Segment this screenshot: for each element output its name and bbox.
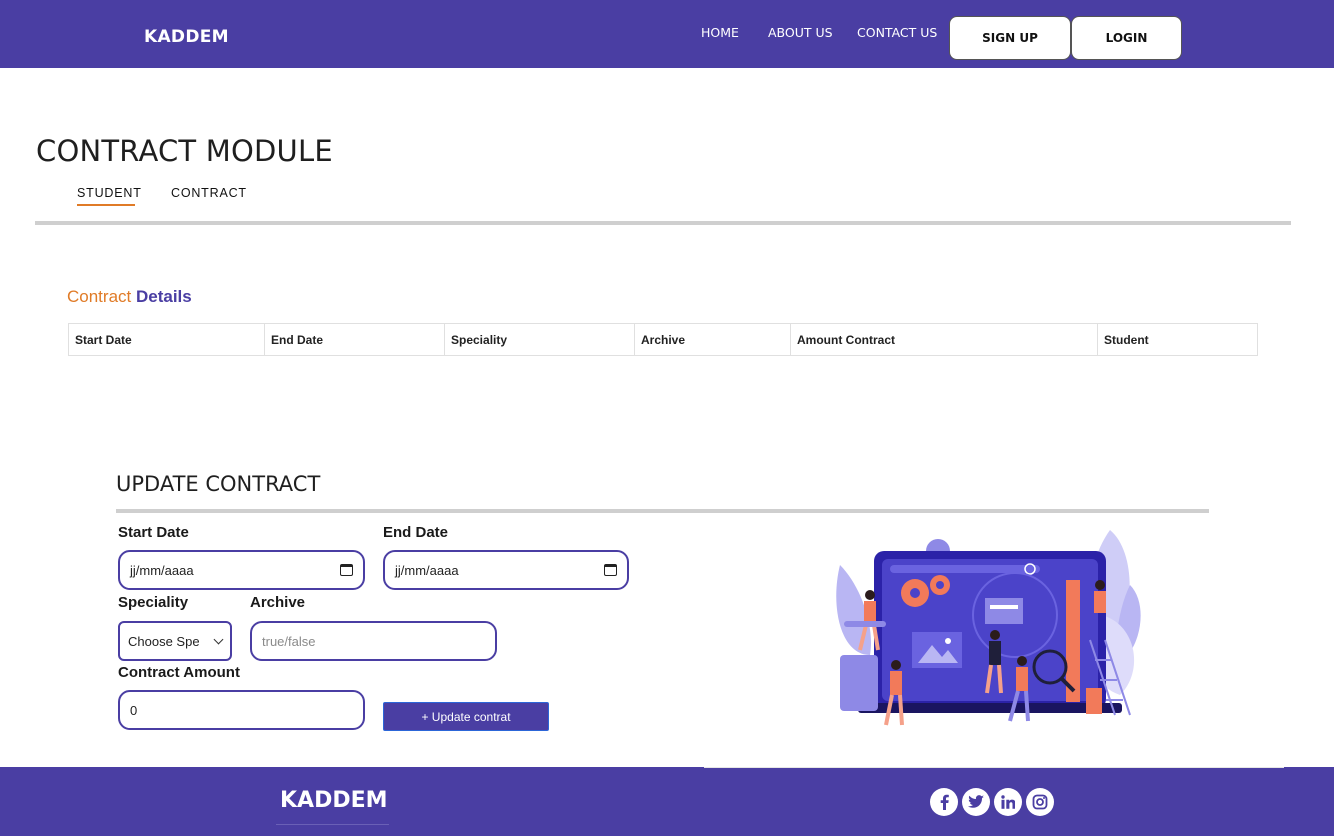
table-header-row: Start Date End Date Speciality Archive A… (68, 323, 1258, 356)
tabs-divider (35, 221, 1291, 225)
speciality-selected-value: Choose Spe (128, 633, 200, 649)
instagram-glyph (1032, 794, 1048, 810)
linkedin-icon[interactable] (994, 788, 1022, 816)
facebook-icon[interactable] (930, 788, 958, 816)
column-header-archive: Archive (634, 323, 791, 356)
team-building-website-illustration (836, 530, 1141, 726)
start-date-label: Start Date (118, 524, 189, 541)
active-tab-indicator (77, 204, 135, 206)
end-date-input[interactable]: jj/mm/aaaa (383, 550, 629, 590)
sign-up-button[interactable]: SIGN UP (949, 16, 1071, 60)
archive-placeholder: true/false (262, 633, 316, 649)
archive-label: Archive (250, 594, 306, 611)
footer (0, 767, 1334, 836)
linkedin-glyph (1001, 795, 1015, 809)
twitter-glyph (968, 795, 984, 808)
footer-brand[interactable]: KADDEM (280, 788, 388, 813)
nav-about-link[interactable]: ABOUT US (768, 25, 833, 40)
chevron-down-icon (213, 634, 224, 644)
speciality-label: Speciality (118, 594, 189, 611)
column-header-start-date: Start Date (68, 323, 265, 356)
contract-details-table: Start Date End Date Speciality Archive A… (68, 323, 1258, 356)
login-button[interactable]: LOGIN (1071, 16, 1182, 60)
update-contract-button[interactable]: + Update contrat (383, 702, 549, 731)
column-header-amount-contract: Amount Contract (790, 323, 1098, 356)
calendar-icon[interactable] (604, 564, 617, 576)
nav-contact-link[interactable]: CONTACT US (857, 25, 937, 40)
contract-amount-label: Contract Amount (118, 664, 240, 681)
speciality-select[interactable]: Choose Spe (118, 621, 232, 661)
update-contract-title: UPDATE CONTRACT (116, 472, 321, 496)
start-date-value: jj/mm/aaaa (130, 562, 194, 578)
heading-word-contract: Contract (67, 287, 132, 306)
column-header-student: Student (1097, 323, 1258, 356)
archive-input[interactable]: true/false (250, 621, 497, 661)
twitter-icon[interactable] (962, 788, 990, 816)
footer-brand-underline (276, 824, 389, 825)
contract-details-heading: Contract Details (67, 287, 192, 307)
facebook-glyph (940, 794, 949, 810)
brand-logo[interactable]: KADDEM (144, 27, 229, 47)
end-date-label: End Date (383, 524, 449, 541)
page-title: CONTRACT MODULE (36, 134, 333, 168)
instagram-icon[interactable] (1026, 788, 1054, 816)
start-date-input[interactable]: jj/mm/aaaa (118, 550, 365, 590)
tab-student[interactable]: STUDENT (77, 186, 142, 200)
contract-amount-input[interactable]: 0 (118, 690, 365, 730)
footer-divider (704, 767, 1284, 768)
nav-home-link[interactable]: HOME (701, 25, 739, 40)
contract-amount-value: 0 (130, 702, 138, 718)
column-header-speciality: Speciality (444, 323, 635, 356)
tab-contract[interactable]: CONTRACT (171, 186, 247, 200)
end-date-value: jj/mm/aaaa (395, 562, 459, 578)
update-divider (116, 509, 1209, 513)
heading-word-details: Details (135, 287, 192, 306)
calendar-icon[interactable] (340, 564, 353, 576)
column-header-end-date: End Date (264, 323, 445, 356)
